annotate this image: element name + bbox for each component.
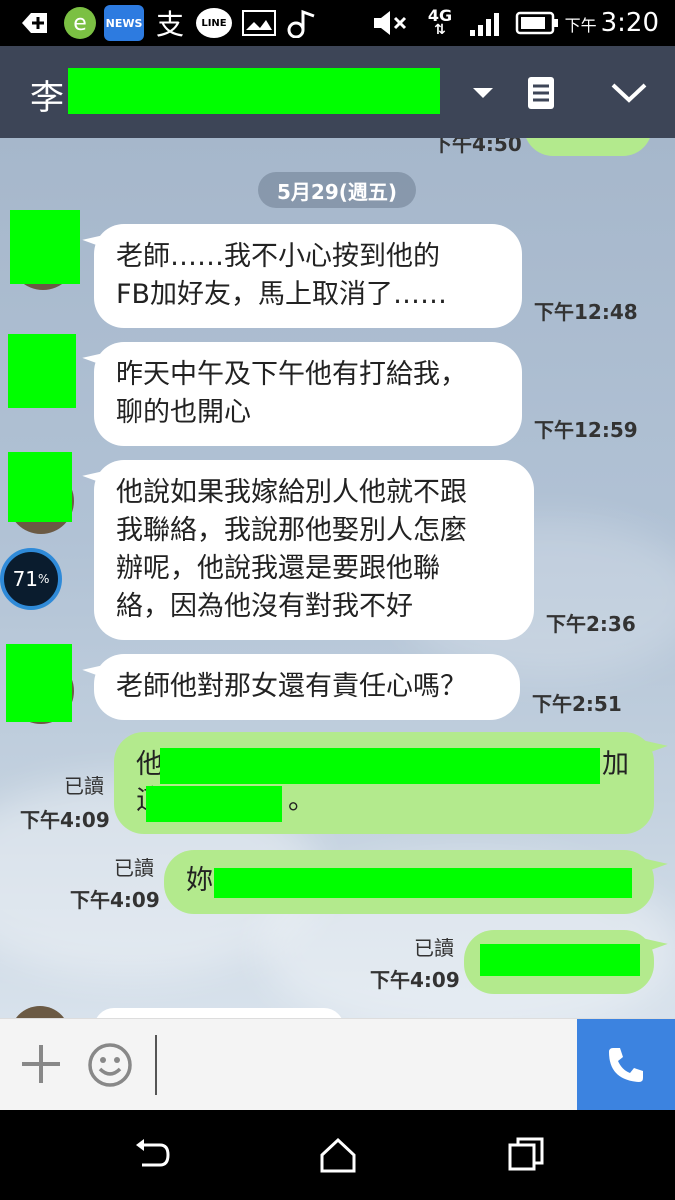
incoming-message[interactable]: 他說如果我嫁給別人他就不跟 我聯絡，我說那他娶別人怎麼 辦呢，他說我還是要跟他聯… (94, 460, 534, 640)
plus-icon[interactable] (18, 1041, 64, 1087)
line-app-icon: LINE (194, 8, 234, 38)
incoming-message[interactable]: 老師他對那女還有責任心嗎？ (94, 654, 520, 720)
add-icon (18, 8, 50, 38)
battery-icon (514, 8, 560, 38)
read-receipt: 已讀 (414, 936, 454, 960)
outgoing-message-partial[interactable] (524, 138, 652, 156)
incoming-message-partial[interactable] (94, 1008, 344, 1018)
phone-icon (609, 1048, 643, 1082)
redacted-text (480, 944, 640, 976)
message-time: 下午4:50 (432, 138, 522, 156)
read-receipt: 已讀 (114, 856, 154, 880)
read-receipt: 已讀 (64, 774, 104, 798)
avatar[interactable] (8, 334, 76, 408)
home-icon[interactable] (318, 1135, 358, 1175)
mute-icon (370, 8, 410, 38)
message-time: 下午4:09 (70, 888, 160, 912)
message-time: 下午12:59 (534, 418, 638, 442)
system-nav-bar (0, 1110, 675, 1200)
music-icon (284, 8, 322, 38)
avatar[interactable] (10, 210, 80, 284)
chat-area[interactable]: 下午4:50 5月29(週五) 老師……我不小心按到他的 FB加好友，馬上取消了… (0, 138, 675, 1018)
chevron-down-icon[interactable] (458, 68, 508, 118)
news-app-icon: NEWS (104, 5, 144, 41)
notes-icon[interactable] (516, 68, 566, 118)
message-time: 下午4:09 (20, 808, 110, 832)
incoming-message[interactable]: 老師……我不小心按到他的 FB加好友，馬上取消了…… (94, 224, 522, 328)
redacted-name (68, 68, 440, 114)
message-time: 下午12:48 (534, 300, 638, 324)
gallery-icon (240, 8, 278, 38)
emoji-icon[interactable] (86, 1041, 134, 1089)
battery-overlay-widget[interactable]: 71% (0, 548, 62, 610)
back-icon[interactable] (132, 1135, 172, 1175)
clock: 下午 3:20 (564, 8, 659, 38)
message-input[interactable] (155, 1035, 565, 1095)
message-time: 下午2:36 (546, 612, 636, 636)
incoming-message[interactable]: 昨天中午及下午他有打給我， 聊的也開心 (94, 342, 522, 446)
alipay-icon: 支 (155, 8, 184, 41)
message-time: 下午2:51 (532, 692, 622, 716)
call-button[interactable] (577, 1019, 675, 1111)
date-separator: 5月29(週五) (258, 172, 416, 208)
avatar[interactable] (6, 644, 72, 722)
recent-apps-icon[interactable] (506, 1135, 546, 1175)
redacted-text (160, 748, 600, 784)
redacted-text (214, 868, 632, 898)
contact-name[interactable]: 李 (30, 70, 64, 119)
svg-text:e: e (73, 11, 87, 36)
message-time: 下午4:09 (370, 968, 460, 992)
collapse-chevron-icon[interactable] (604, 68, 654, 118)
avatar[interactable] (8, 452, 72, 522)
network-type: 4G ⇅ (427, 6, 453, 38)
redacted-text (146, 786, 282, 822)
status-bar: e NEWS 支 LINE 4G ⇅ 下午 3:20 (0, 0, 675, 46)
signal-icon (466, 8, 508, 38)
browser-icon: e (60, 7, 100, 39)
chat-header: 李 (0, 46, 675, 138)
message-input-bar (0, 1018, 675, 1111)
